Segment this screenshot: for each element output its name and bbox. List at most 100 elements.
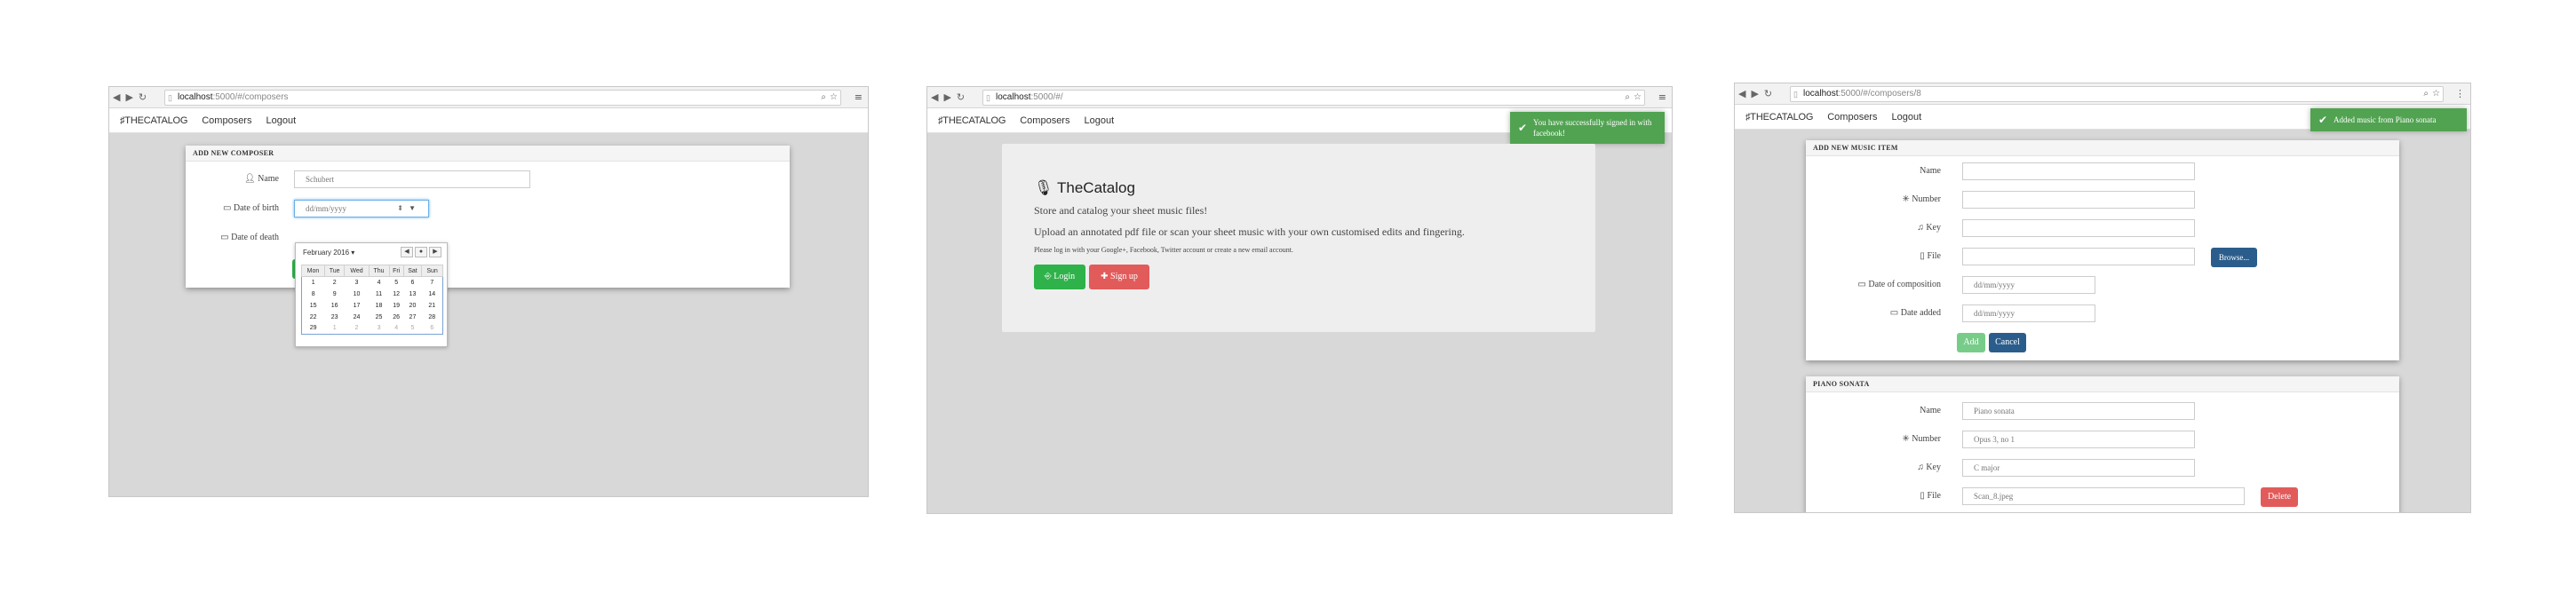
hero-small-text: Please log in with your Google+, Faceboo… [1034,246,1293,254]
calendar-day[interactable]: 4 [369,277,389,289]
calendar-day[interactable]: 12 [389,289,403,300]
nav-logout[interactable]: Logout [1891,112,1921,123]
zoom-and-star-icons[interactable]: ⌕☆ [821,92,841,102]
screenshot-composer-detail: ◀▶↻ ▯ localhost:5000/#/composers/8 ⌕☆ ⋮ … [1734,83,2471,513]
calendar-day[interactable]: 5 [389,277,403,289]
today-icon[interactable]: ● [415,247,427,257]
calendar-day[interactable]: 16 [324,300,345,312]
zoom-and-star-icons[interactable]: ⌕☆ [1625,92,1645,102]
spinner-icon[interactable]: ⬍ [397,201,403,217]
calendar-day[interactable]: 9 [324,289,345,300]
dropdown-caret-icon[interactable]: ▼ [409,201,416,217]
delete-button[interactable]: Delete [2261,487,2298,507]
calendar-month[interactable]: February 2016 ▾ [303,249,354,257]
name-input[interactable]: Schubert [294,170,530,188]
calendar-day[interactable]: 22 [302,312,325,323]
item-file-field[interactable]: Scan_8.jpeg [1962,487,2245,505]
panel-title: ADD NEW MUSIC ITEM [1806,140,2399,156]
brand-link[interactable]: ♯THECATALOG [1745,112,1813,123]
browse-button[interactable]: Browse... [2211,248,2257,267]
nav-composers[interactable]: Composers [1827,112,1877,123]
calendar-day[interactable]: 23 [324,312,345,323]
prev-month-icon[interactable]: ◀ [401,247,413,257]
brand-link[interactable]: ♯THECATALOG [938,115,1006,126]
address-bar[interactable]: ▯ localhost:5000/#/ [982,90,1645,106]
item-number-field[interactable]: Opus 3, no 1 [1962,431,2195,448]
calendar-week: 15 16 17 18 19 20 21 [302,300,443,312]
calendar-week: 8 9 10 11 12 13 14 [302,289,443,300]
success-toast[interactable]: ✔ Added music from Piano sonata [2310,108,2467,131]
calendar-day[interactable]: 6 [403,277,421,289]
file-label-text: File [1927,251,1941,261]
microphone-icon: 🎙︎ [1034,179,1053,196]
item-name-field[interactable]: Piano sonata [1962,402,2195,420]
browser-nav-buttons[interactable]: ◀▶↻ [1738,88,1777,99]
key-label-text: Key [1926,223,1941,233]
nav-logout[interactable]: Logout [1084,115,1114,126]
music-key-input[interactable] [1962,219,2195,237]
weekday-header: Thu [368,265,390,277]
calendar-day[interactable]: 3 [369,323,389,335]
screenshot-composers: ◀▶↻ ▯ localhost:5000/#/composers ⌕☆ ≡ ♯T… [108,86,869,497]
calendar-day[interactable]: 2 [324,277,345,289]
calendar-day[interactable]: 7 [422,277,443,289]
nav-logout[interactable]: Logout [266,115,296,126]
music-number-input[interactable] [1962,191,2195,209]
calendar-day[interactable]: 2 [345,323,369,335]
nav-composers[interactable]: Composers [1020,115,1069,126]
music-name-input[interactable] [1962,162,2195,180]
item-key-field[interactable]: C major [1962,459,2195,477]
dob-input[interactable]: dd/mm/yyyy ⬍ ▼ [294,200,429,217]
menu-icon[interactable]: ⋮ [2455,88,2465,99]
calendar-day[interactable]: 8 [302,289,325,300]
success-toast[interactable]: ✔ You have successfully signed in with f… [1510,112,1665,144]
next-month-icon[interactable]: ▶ [429,247,441,257]
menu-icon[interactable]: ≡ [1658,91,1666,103]
calendar-day[interactable]: 26 [389,312,403,323]
date-added-label-text: Date added [1900,308,1941,318]
calendar-day[interactable]: 1 [302,277,325,289]
brand-link[interactable]: ♯THECATALOG [120,115,187,126]
weekday-header: Wed [344,265,370,277]
add-composer-panel: ADD NEW COMPOSER 👤︎ Name Schubert ▭ Date… [186,146,790,288]
calendar-day[interactable]: 29 [302,323,325,335]
calendar-day[interactable]: 6 [422,323,443,335]
calendar-day[interactable]: 20 [403,300,421,312]
calendar-day[interactable]: 27 [403,312,421,323]
nav-composers[interactable]: Composers [202,115,251,126]
calendar-day[interactable]: 10 [345,289,369,300]
calendar-day[interactable]: 13 [403,289,421,300]
cancel-button[interactable]: Cancel [1989,333,2026,352]
calendar-day[interactable]: 5 [403,323,421,335]
composition-date-input[interactable]: dd/mm/yyyy [1962,276,2095,294]
menu-icon[interactable]: ≡ [855,91,863,103]
check-icon: ✔ [2318,114,2328,126]
calendar-day[interactable]: 1 [324,323,345,335]
calendar-day[interactable]: 17 [345,300,369,312]
calendar-day[interactable]: 21 [422,300,443,312]
calendar-day[interactable]: 11 [369,289,389,300]
page-icon: ▯ [168,93,172,102]
calendar-week: 1 2 3 4 5 6 7 [302,277,443,289]
calendar-day[interactable]: 28 [422,312,443,323]
date-added-input[interactable]: dd/mm/yyyy [1962,304,2095,322]
screenshot-home: ◀▶↻ ▯ localhost:5000/#/ ⌕☆ ≡ ♯THECATALOG… [926,86,1673,514]
browser-nav-buttons[interactable]: ◀▶↻ [931,91,970,103]
address-bar[interactable]: ▯ localhost:5000/#/composers [164,90,841,106]
calendar-day[interactable]: 15 [302,300,325,312]
signup-button[interactable]: ✚ Sign up [1089,265,1149,289]
calendar-day[interactable]: 3 [345,277,369,289]
login-button[interactable]: ⎆ Login [1034,265,1085,289]
browser-nav-buttons[interactable]: ◀▶↻ [113,91,152,103]
music-file-input[interactable] [1962,248,2195,265]
calendar-day[interactable]: 18 [369,300,389,312]
calendar-day[interactable]: 24 [345,312,369,323]
zoom-and-star-icons[interactable]: ⌕☆ [2423,89,2444,99]
add-button[interactable]: Add [1957,333,1985,352]
calendar-day[interactable]: 14 [422,289,443,300]
calendar-day[interactable]: 4 [389,323,403,335]
key-label-text: Key [1926,463,1941,472]
calendar-day[interactable]: 19 [389,300,403,312]
calendar-day[interactable]: 25 [369,312,389,323]
address-bar[interactable]: ▯ localhost:5000/#/composers/8 [1790,86,2444,102]
